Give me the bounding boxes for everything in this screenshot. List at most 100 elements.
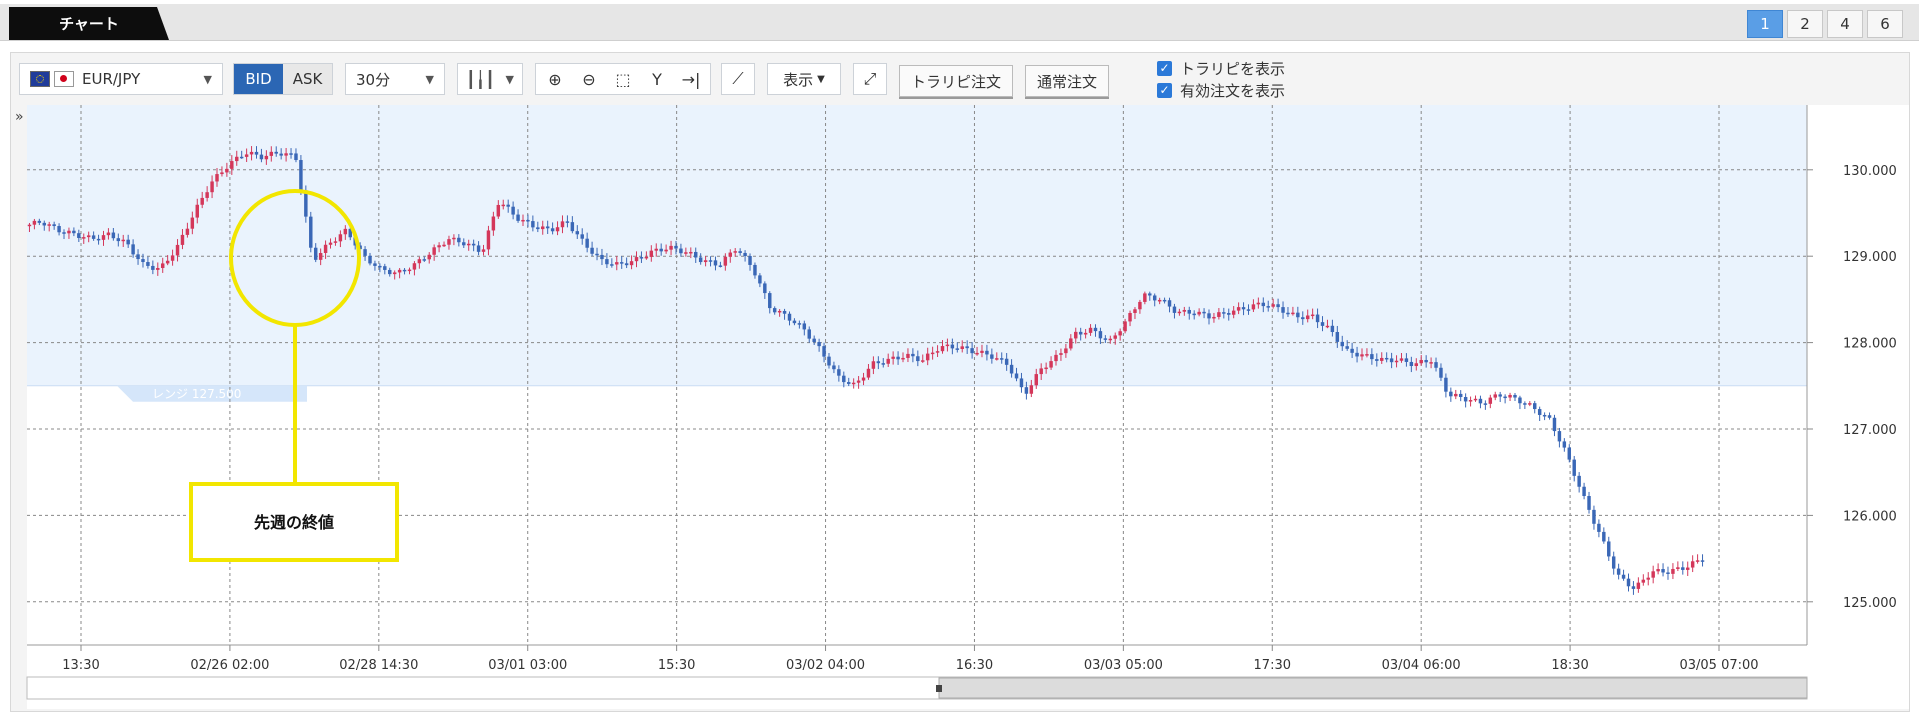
- show-trail-checkbox[interactable]: ✓ トラリピを表示: [1157, 57, 1285, 79]
- currency-pair-select[interactable]: EUR/JPY ▼: [19, 63, 223, 95]
- candle-body: [851, 382, 856, 385]
- chart-type-select[interactable]: ┃╽┃ ▼: [457, 63, 523, 95]
- candle-body: [585, 238, 589, 248]
- y-axis-scale-icon[interactable]: Y: [644, 70, 670, 89]
- candle-body: [1182, 309, 1187, 312]
- zoom-out-icon[interactable]: ⊖: [576, 70, 602, 89]
- candle-body: [955, 348, 960, 350]
- layout-button-6[interactable]: 6: [1867, 10, 1903, 38]
- zoom-in-icon[interactable]: ⊕: [542, 70, 568, 89]
- normal-order-button[interactable]: 通常注文: [1025, 65, 1109, 97]
- candle-body: [975, 352, 979, 355]
- candle-body: [876, 361, 881, 364]
- candle-body: [101, 235, 106, 240]
- candle-body: [1088, 327, 1093, 333]
- candle-body: [1034, 374, 1038, 386]
- layout-button-2[interactable]: 2: [1787, 10, 1823, 38]
- tab-chart[interactable]: チャート: [9, 7, 169, 40]
- candle-body: [1695, 560, 1700, 562]
- candle-body: [1069, 338, 1073, 349]
- candle-body: [945, 344, 950, 347]
- candle-body: [264, 155, 269, 160]
- candle-body: [52, 224, 56, 227]
- candle-body: [195, 204, 199, 218]
- display-menu-label: 表示: [783, 70, 814, 89]
- candle-body: [1192, 313, 1196, 316]
- candle-body: [1685, 567, 1690, 570]
- candle-body: [1098, 331, 1103, 339]
- candle-body: [185, 228, 190, 235]
- candle-body: [67, 230, 71, 234]
- candlestick-icon: ┃╽┃: [466, 69, 495, 89]
- candle-body: [1083, 332, 1088, 335]
- candle-body: [1059, 353, 1063, 355]
- candle-body: [1113, 335, 1117, 339]
- candle-body: [1483, 403, 1488, 405]
- candle-body: [141, 259, 145, 263]
- candle-body: [170, 255, 175, 261]
- add-indicator-button[interactable]: ⟋: [721, 63, 755, 95]
- candle-body: [294, 153, 298, 161]
- x-tick-label: 03/01 03:00: [488, 658, 567, 673]
- candle-body: [526, 219, 530, 222]
- scroll-thumb[interactable]: [938, 677, 1808, 699]
- display-menu-button[interactable]: 表示 ▼: [767, 63, 841, 95]
- candle-body: [1281, 307, 1285, 313]
- candle-body: [215, 174, 219, 182]
- candle-body: [511, 206, 515, 215]
- candle-body: [417, 259, 422, 264]
- candle-body: [1449, 391, 1453, 397]
- candle-body: [1024, 387, 1029, 394]
- candle-body: [694, 251, 698, 258]
- candle-body: [1296, 312, 1300, 318]
- layout-button-1[interactable]: 1: [1747, 10, 1783, 38]
- chevron-down-icon: ▼: [817, 73, 825, 85]
- candle-body: [555, 227, 560, 232]
- ask-button[interactable]: ASK: [283, 64, 332, 94]
- expand-button[interactable]: ⤢: [853, 63, 887, 95]
- candle-body: [1004, 358, 1009, 365]
- candle-body: [654, 248, 658, 251]
- candle-body: [832, 365, 836, 370]
- scroll-handle[interactable]: [936, 685, 942, 692]
- candle-body: [1577, 475, 1581, 487]
- zoom-tools: ⊕ ⊖ ⬚ Y →|: [535, 63, 711, 95]
- candle-body: [886, 358, 890, 364]
- candle-body: [491, 216, 496, 231]
- jump-latest-icon[interactable]: →|: [678, 70, 704, 89]
- candle-body: [575, 231, 580, 235]
- candle-body: [1611, 556, 1616, 569]
- candle-body: [822, 346, 826, 357]
- trail-order-button[interactable]: トラリピ注文: [899, 65, 1013, 97]
- x-tick-label: 03/03 05:00: [1084, 658, 1163, 673]
- price-chart[interactable]: レンジ 127.500 130.000 129.000 128.000 127.000…: [11, 105, 1909, 709]
- candle-body: [1533, 403, 1537, 410]
- candle-body: [639, 257, 644, 259]
- candle-body: [402, 269, 407, 272]
- candle-body: [165, 260, 170, 264]
- show-valid-orders-label: 有効注文を表示: [1180, 81, 1286, 100]
- layout-button-4[interactable]: 4: [1827, 10, 1863, 38]
- candle-body: [486, 230, 491, 250]
- candle-body: [925, 353, 930, 361]
- candle-body: [906, 353, 910, 358]
- candle-body: [259, 154, 264, 160]
- zoom-fit-icon[interactable]: ⬚: [610, 70, 636, 89]
- candle-body: [1587, 496, 1591, 510]
- candle-body: [1488, 397, 1493, 404]
- candle-body: [1375, 359, 1379, 361]
- candle-body: [200, 197, 204, 205]
- candle-body: [797, 323, 802, 325]
- candle-body: [516, 214, 520, 221]
- candle-body: [866, 368, 871, 378]
- candle-body: [1172, 306, 1177, 313]
- candle-body: [698, 257, 703, 263]
- x-tick-label: 03/02 04:00: [786, 658, 865, 673]
- candle-body: [1019, 378, 1024, 388]
- candle-body: [1493, 394, 1497, 398]
- y-tick-label: 130.000: [1843, 164, 1897, 179]
- bid-button[interactable]: BID: [234, 64, 283, 94]
- show-valid-orders-checkbox[interactable]: ✓ 有効注文を表示: [1157, 79, 1285, 101]
- interval-select[interactable]: 30分 ▼: [345, 63, 445, 95]
- candle-body: [309, 216, 313, 248]
